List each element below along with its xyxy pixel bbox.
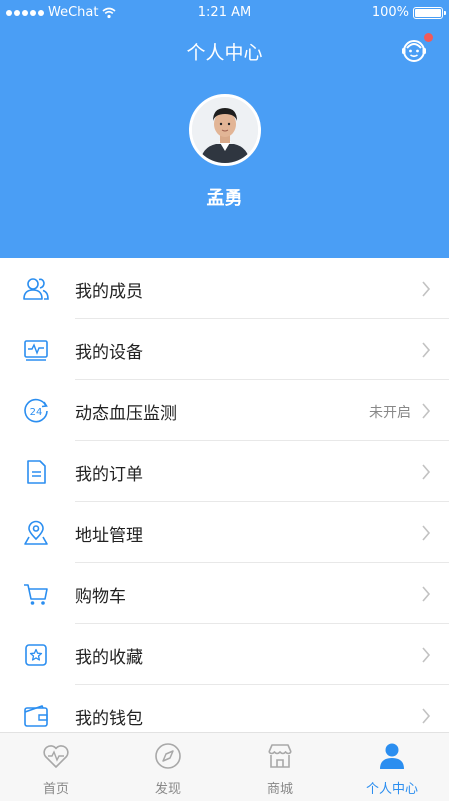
status-bar: WeChat 1:21 AM 100% [0, 0, 449, 26]
chevron-right-icon [422, 464, 431, 480]
tab-discover[interactable]: 发现 [112, 733, 224, 801]
24h-monitor-icon: 24 [24, 398, 48, 423]
menu-item-favorites[interactable]: 我的收藏 [0, 624, 449, 685]
favorites-icon [25, 644, 47, 666]
battery-icon [413, 6, 446, 19]
tab-shop[interactable]: 商城 [224, 733, 336, 801]
tab-bar: 首页 发现 商城 个人中心 [0, 732, 449, 801]
wallet-icon [24, 705, 48, 727]
menu-item-label: 我的收藏 [75, 648, 143, 668]
menu-item-label: 我的订单 [75, 465, 143, 485]
device-icon [24, 340, 48, 361]
shop-icon [268, 744, 292, 768]
profile-header: WeChat 1:21 AM 100% 个人中心 孟勇 [0, 0, 449, 258]
chevron-right-icon [422, 281, 431, 297]
page-title: 个人中心 [186, 42, 263, 64]
menu-item-bp-monitor[interactable]: 24 动态血压监测 未开启 [0, 380, 449, 441]
username: 孟勇 [206, 188, 243, 209]
tab-label: 首页 [42, 782, 69, 797]
menu-item-label: 我的成员 [75, 282, 143, 302]
members-icon [23, 278, 49, 300]
tab-home[interactable]: 首页 [0, 733, 112, 801]
chevron-right-icon [422, 403, 431, 419]
profile-menu: 我的成员 我的设备 24 动态血压监测 未开启 我的订单 地址管理 购物车 我的… [0, 258, 449, 746]
menu-item-label: 我的设备 [75, 343, 143, 363]
location-icon [24, 520, 48, 545]
menu-item-label: 我的钱包 [75, 709, 143, 729]
heart-pulse-icon [43, 745, 69, 768]
menu-item-orders[interactable]: 我的订单 [0, 441, 449, 502]
chevron-right-icon [422, 708, 431, 724]
bp-monitor-status: 未开启 [369, 405, 411, 421]
menu-item-address[interactable]: 地址管理 [0, 502, 449, 563]
chevron-right-icon [422, 342, 431, 358]
menu-item-cart[interactable]: 购物车 [0, 563, 449, 624]
battery-group: 100% [371, 5, 446, 20]
menu-item-devices[interactable]: 我的设备 [0, 319, 449, 380]
menu-item-members[interactable]: 我的成员 [0, 258, 449, 319]
compass-icon [155, 743, 181, 769]
battery-percent: 100% [371, 5, 409, 20]
svg-text:24: 24 [30, 407, 43, 418]
notification-badge [424, 33, 433, 42]
tab-profile[interactable]: 个人中心 [336, 733, 448, 801]
chevron-right-icon [422, 525, 431, 541]
order-icon [27, 460, 46, 484]
tab-label: 个人中心 [365, 782, 418, 797]
menu-item-label: 地址管理 [75, 526, 143, 546]
tab-label: 发现 [154, 782, 181, 797]
person-icon [380, 743, 404, 769]
chevron-right-icon [422, 586, 431, 602]
avatar-photo [192, 97, 258, 163]
cart-icon [24, 584, 48, 605]
menu-item-label: 动态血压监测 [75, 404, 177, 424]
tab-label: 商城 [266, 782, 293, 797]
menu-item-label: 购物车 [75, 587, 126, 607]
chevron-right-icon [422, 647, 431, 663]
avatar[interactable] [189, 94, 261, 166]
